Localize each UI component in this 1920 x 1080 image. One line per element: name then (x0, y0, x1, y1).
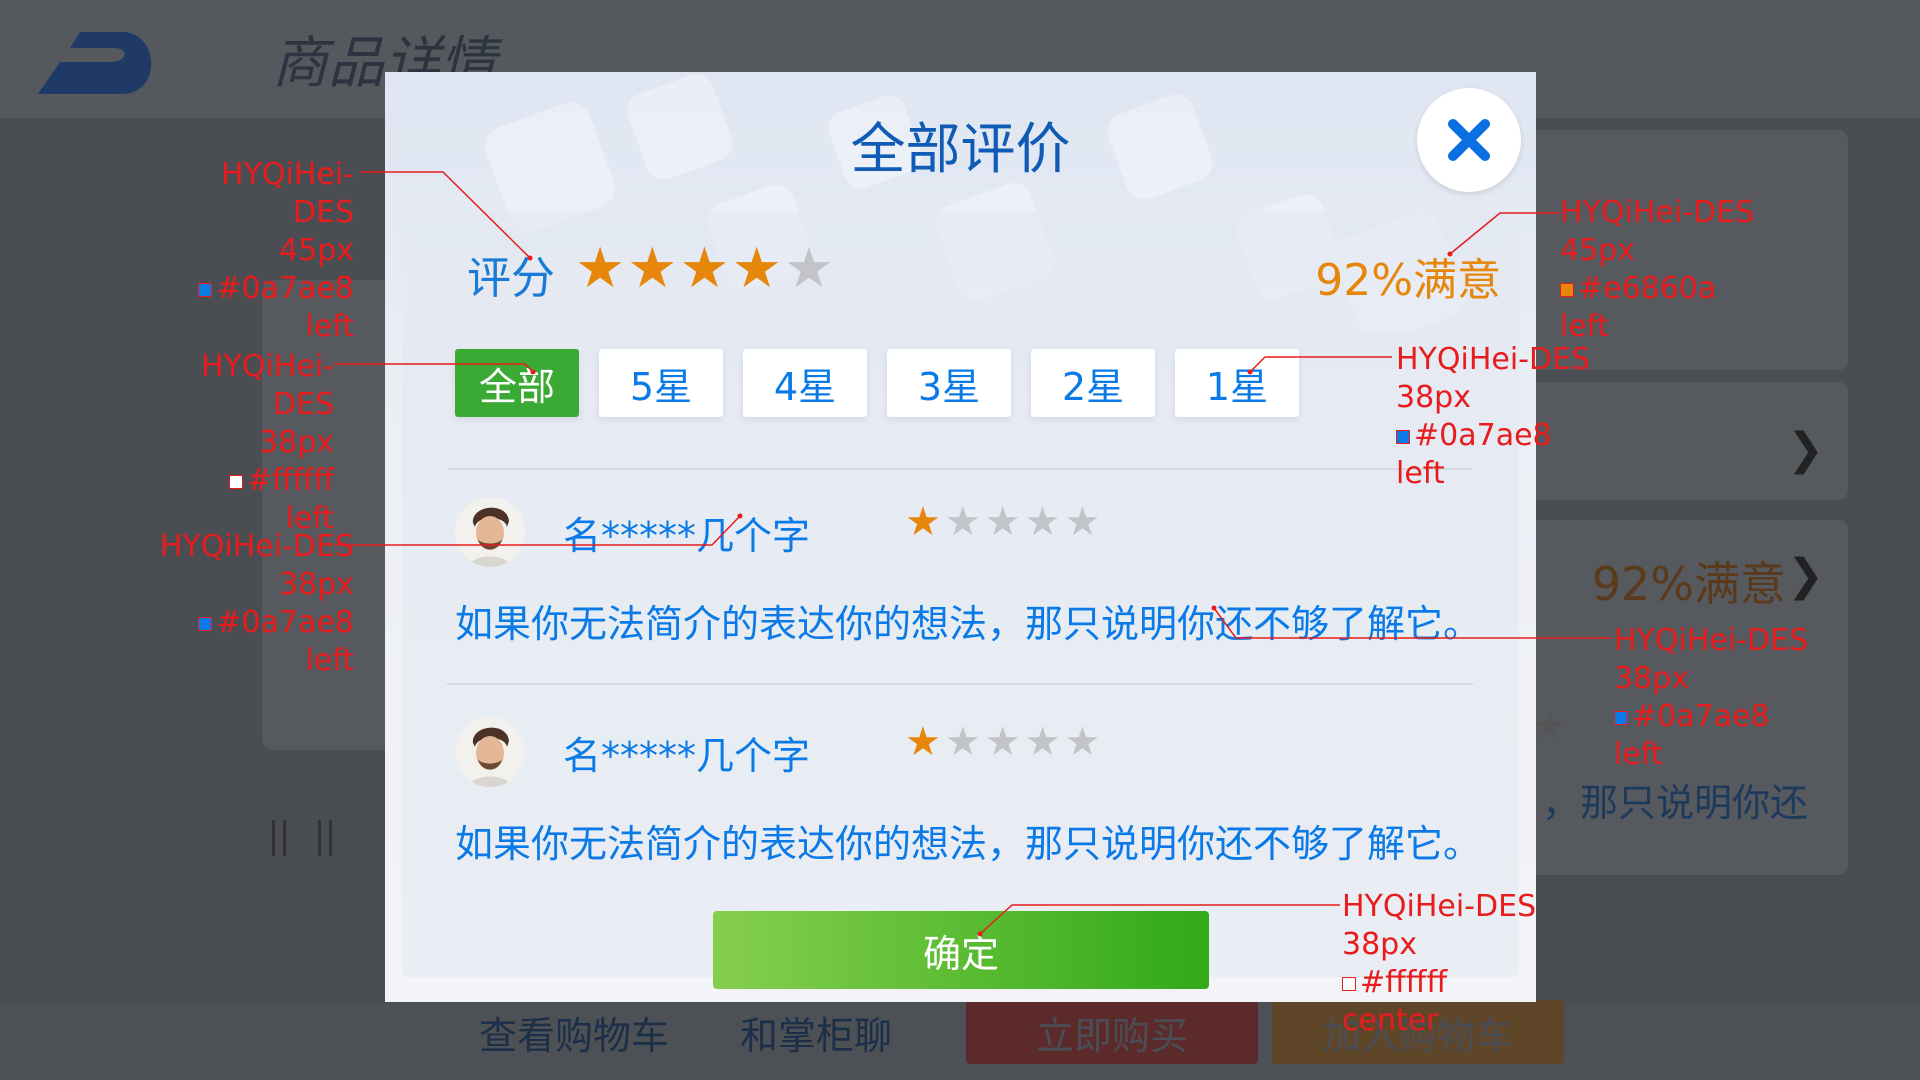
annotation-font: HYQiHei-DES (200, 349, 334, 422)
star-filled-icon: ★ (905, 499, 945, 545)
review-star-rating: ★★★★★ (905, 719, 1104, 765)
all-reviews-dialog: 全部评价 评分 ★★★★★ 92%满意 全部 5星 4星 3星 2星 1星 名*… (385, 72, 1536, 1002)
reviewer-name: 名*****几个字 (563, 734, 811, 778)
color-swatch-icon (1560, 282, 1574, 297)
annotation-reviewer: HYQiHei-DES 38px #0a7ae8 left (146, 528, 354, 680)
annotation-color: #0a7ae8 (166, 270, 354, 308)
annotation-color: #0a7ae8 (146, 604, 354, 642)
background-satisfaction: 92%满意 (1591, 557, 1786, 611)
annotation-align: left (1396, 456, 1445, 491)
star-filled-icon: ★ (575, 236, 628, 301)
color-swatch-icon (1614, 710, 1628, 725)
annotation-color: #0a7ae8 (1396, 417, 1590, 455)
confirm-button[interactable]: 确定 (713, 911, 1209, 989)
user-avatar-icon (469, 727, 511, 787)
reviewer-name: 名*****几个字 (563, 514, 811, 558)
divider (447, 468, 1473, 470)
chevron-right-icon[interactable]: ❯ (1787, 424, 1824, 475)
overall-star-rating: ★★★★★ (575, 236, 836, 301)
brand-logo-icon (38, 32, 152, 94)
annotation-color: #e6860a (1560, 270, 1754, 308)
star-empty-icon: ★ (1024, 719, 1065, 765)
annotation-size: 38px (1614, 661, 1689, 696)
view-cart-button[interactable]: 查看购物车 (478, 1000, 670, 1064)
annotation-align: left (305, 309, 354, 344)
satisfaction-rate: 92%满意 (1315, 255, 1501, 306)
annotation-align: center (1342, 1003, 1439, 1038)
bottom-bar (0, 1002, 1920, 1080)
star-filled-icon: ★ (679, 236, 732, 301)
star-empty-icon: ★ (984, 719, 1025, 765)
close-icon (1448, 119, 1490, 161)
chevron-right-icon[interactable]: ❯ (1787, 550, 1824, 601)
score-label: 评分 (467, 253, 555, 304)
divider (447, 683, 1473, 685)
chat-with-seller-button[interactable]: 和掌柜聊 (740, 1000, 892, 1064)
annotation-confirm: HYQiHei-DES 38px #ffffff center (1342, 888, 1536, 1040)
review-text: 如果你无法简介的表达你的想法，那只说明你还不够了解它。 (455, 822, 1482, 866)
annotation-size: 38px (259, 425, 334, 460)
star-filled-icon: ★ (627, 236, 680, 301)
filter-all[interactable]: 全部 (455, 349, 579, 417)
annotation-size: 45px (279, 233, 354, 268)
annotation-size: 38px (1342, 927, 1417, 962)
filter-4-star[interactable]: 4星 (743, 349, 867, 417)
annotation-score-label: HYQiHei-DES 45px #0a7ae8 left (166, 156, 354, 346)
filter-5-star[interactable]: 5星 (599, 349, 723, 417)
color-swatch-icon (1342, 976, 1356, 991)
star-empty-icon: ★ (783, 236, 837, 301)
buy-now-button[interactable]: 立即购买 (966, 1000, 1258, 1064)
annotation-filter: HYQiHei-DES 38px #0a7ae8 left (1396, 341, 1590, 493)
color-swatch-icon (198, 616, 213, 631)
annotation-align: left (305, 643, 354, 678)
annotation-size: 38px (1396, 380, 1471, 415)
background-review-text: ，那只说明你还 (1541, 781, 1808, 825)
star-empty-icon: ★ (984, 499, 1025, 545)
annotation-align: left (1614, 737, 1663, 772)
color-swatch-icon (198, 282, 213, 297)
annotation-satisfaction: HYQiHei-DES 45px #e6860a left (1560, 194, 1754, 346)
star-filled-icon: ★ (731, 236, 784, 301)
star-empty-icon: ★ (944, 499, 985, 545)
review-star-rating: ★★★★★ (905, 499, 1104, 545)
star-empty-icon: ★ (1024, 499, 1065, 545)
product-leg (318, 820, 332, 856)
close-button[interactable] (1417, 88, 1521, 192)
annotation-font: HYQiHei-DES (220, 157, 354, 230)
annotation-size: 45px (1560, 233, 1635, 268)
annotation-review-text: HYQiHei-DES 38px #0a7ae8 left (1614, 622, 1808, 774)
annotation-font: HYQiHei-DES (1560, 195, 1755, 230)
dialog-title: 全部评价 (850, 117, 1071, 181)
review-item: 名*****几个字 ★★★★★ 如果你无法简介的表达你的想法，那只说明你还不够了… (455, 717, 1495, 917)
color-swatch-icon (228, 474, 243, 489)
avatar (455, 497, 525, 567)
annotation-font: HYQiHei-DES (1614, 623, 1809, 658)
annotation-active-filter: HYQiHei-DES 38px #ffffff left (146, 348, 334, 538)
annotation-color: #ffffff (146, 462, 334, 500)
user-avatar-icon (469, 507, 511, 567)
product-leg (272, 820, 286, 856)
avatar (455, 717, 525, 787)
filter-1-star[interactable]: 1星 (1175, 349, 1299, 417)
star-empty-icon: ★ (944, 719, 985, 765)
annotation-font: HYQiHei-DES (1396, 342, 1591, 377)
review-text: 如果你无法简介的表达你的想法，那只说明你还不够了解它。 (455, 602, 1482, 646)
annotation-color: #0a7ae8 (1614, 698, 1808, 736)
star-filled-icon: ★ (905, 719, 945, 765)
star-empty-icon: ★ (1064, 499, 1105, 545)
review-item: 名*****几个字 ★★★★★ 如果你无法简介的表达你的想法，那只说明你还不够了… (455, 497, 1495, 697)
star-empty-icon: ★ (1064, 719, 1105, 765)
annotation-color: #ffffff (1342, 964, 1536, 1002)
rating-filter-tabs: 全部 5星 4星 3星 2星 1星 (455, 349, 1299, 417)
annotation-size: 38px (279, 567, 354, 602)
annotation-font: HYQiHei-DES (159, 529, 354, 564)
color-swatch-icon (1396, 429, 1410, 444)
filter-2-star[interactable]: 2星 (1031, 349, 1155, 417)
filter-3-star[interactable]: 3星 (887, 349, 1011, 417)
annotation-font: HYQiHei-DES (1342, 889, 1537, 924)
